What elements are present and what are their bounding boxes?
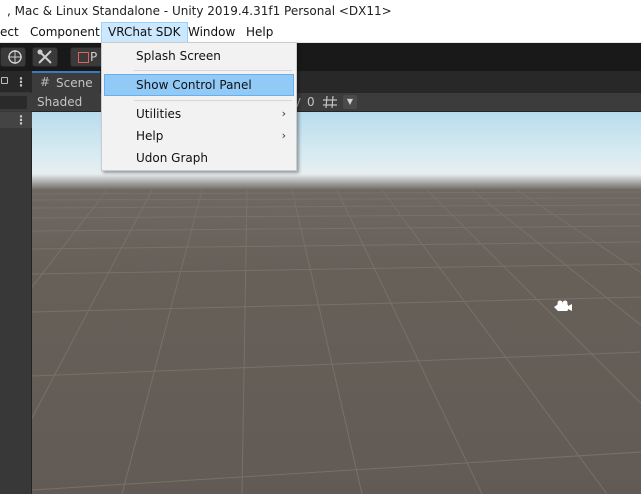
menu-bar: ect Component VRChat SDK Window Help <box>0 22 641 43</box>
main-toolbar: P <box>0 43 641 71</box>
menu-item-project[interactable]: ect <box>0 22 25 43</box>
tab-scene[interactable]: # Scene <box>32 71 100 93</box>
rect-select-icon <box>78 51 89 63</box>
hierarchy-tab-row: ⋮ <box>0 71 32 92</box>
window-title: , Mac & Linux Standalone - Unity 2019.4.… <box>7 4 392 18</box>
tools-icon[interactable] <box>32 47 58 67</box>
grid-dropdown-arrow-icon[interactable]: ▼ <box>343 95 357 109</box>
hierarchy-scene-row[interactable]: ⋮ <box>0 112 32 128</box>
menu-option-splash-screen[interactable]: Splash Screen <box>104 45 294 67</box>
menu-item-window[interactable]: Window <box>182 22 241 43</box>
submenu-arrow-icon: › <box>281 129 286 142</box>
hierarchy-panel: ⋮ ⋮ <box>0 71 32 494</box>
scene-row-menu-icon[interactable]: ⋮ <box>15 114 27 126</box>
menu-option-help[interactable]: Help › <box>104 125 294 147</box>
menu-option-udon-graph[interactable]: Udon Graph <box>104 147 294 169</box>
menu-item-vrchat-sdk[interactable]: VRChat SDK <box>101 22 188 43</box>
lock-icon[interactable] <box>1 77 8 84</box>
menu-item-help[interactable]: Help <box>240 22 279 43</box>
menu-option-utilities[interactable]: Utilities › <box>104 103 294 125</box>
submenu-arrow-icon: › <box>281 107 286 120</box>
menu-option-show-control-panel[interactable]: Show Control Panel <box>104 74 294 96</box>
window-title-bar: , Mac & Linux Standalone - Unity 2019.4.… <box>0 0 641 22</box>
scene-icon: # <box>40 75 51 89</box>
grid-icon[interactable] <box>322 95 338 112</box>
pivot-icon[interactable] <box>0 47 26 67</box>
rect-select-button[interactable]: P <box>70 47 104 67</box>
shading-mode-dropdown[interactable]: Shaded <box>37 95 82 109</box>
hidden-objects-toggle[interactable]: 0 <box>296 95 315 109</box>
menu-separator <box>134 70 292 71</box>
menu-item-component[interactable]: Component <box>24 22 106 43</box>
camera-gizmo-icon[interactable] <box>553 299 573 315</box>
hierarchy-search-row <box>0 93 32 111</box>
vrchat-sdk-dropdown-menu: Splash Screen Show Control Panel Utiliti… <box>101 42 297 171</box>
tab-scene-label: Scene <box>56 76 93 90</box>
hierarchy-search-input[interactable] <box>0 96 27 109</box>
menu-separator <box>134 100 292 101</box>
hierarchy-menu-icon[interactable]: ⋮ <box>15 76 27 88</box>
